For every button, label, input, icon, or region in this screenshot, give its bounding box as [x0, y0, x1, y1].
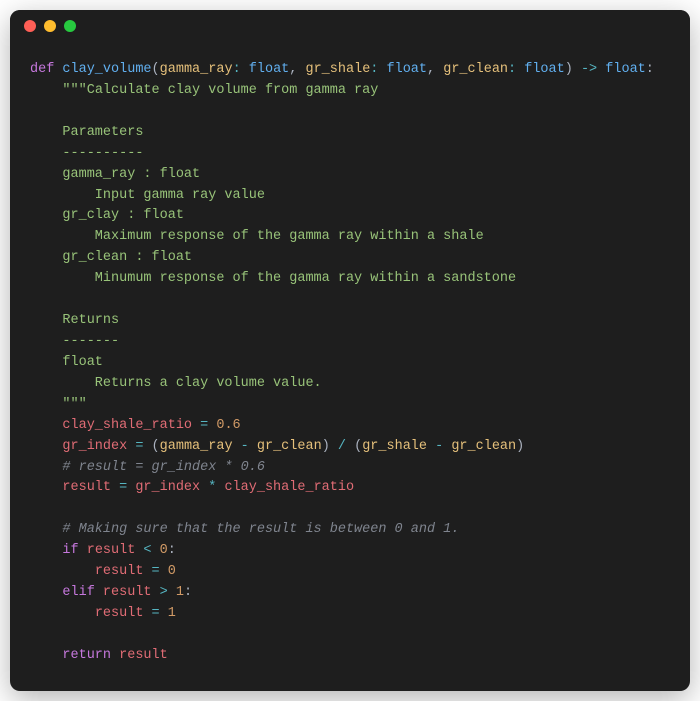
doc-p2: gr_clay : float: [30, 208, 184, 223]
doc-returns-ul: -------: [30, 334, 119, 349]
num-1: 1: [168, 606, 176, 621]
indent: [30, 648, 62, 663]
code-window: def clay_volume(gamma_ray: float, gr_sha…: [10, 10, 690, 691]
paren: ): [516, 439, 524, 454]
div: /: [338, 439, 354, 454]
param-gamma-ray: gamma_ray: [160, 62, 233, 77]
ref-result: result: [119, 648, 168, 663]
doc-params-head: Parameters: [30, 125, 143, 140]
doc-summary: Calculate clay volume from gamma ray: [87, 83, 379, 98]
gt: >: [152, 585, 176, 600]
ref-result: result: [103, 585, 152, 600]
docstring-close: """: [30, 397, 87, 412]
comment-2: # Making sure that the result is between…: [30, 522, 459, 537]
lt: <: [135, 543, 159, 558]
var-csr: clay_shale_ratio: [62, 418, 192, 433]
colon-end: :: [646, 62, 654, 77]
ref-csr: clay_shale_ratio: [224, 480, 354, 495]
doc-p1: gamma_ray : float: [30, 167, 200, 182]
param-gr-shale: gr_shale: [305, 62, 370, 77]
type-float: float: [249, 62, 290, 77]
minimize-icon[interactable]: [44, 20, 56, 32]
num-0: 0: [168, 564, 176, 579]
sep: ,: [289, 62, 305, 77]
eq: =: [192, 418, 216, 433]
doc-p2-desc: Maximum response of the gamma ray within…: [30, 229, 484, 244]
doc-returns-head: Returns: [30, 313, 119, 328]
kw-elif: elif: [62, 585, 103, 600]
docstring-open: """: [30, 83, 87, 98]
kw-if: if: [62, 543, 86, 558]
fn-name: clay_volume: [62, 62, 151, 77]
arrow: ->: [581, 62, 605, 77]
ref-gr-shale: gr_shale: [362, 439, 427, 454]
sep: ,: [427, 62, 443, 77]
colon: :: [370, 62, 386, 77]
doc-p3: gr_clean : float: [30, 250, 192, 265]
colon: :: [168, 543, 176, 558]
comment-1: # result = gr_index * 0.6: [30, 460, 265, 475]
indent: [30, 564, 95, 579]
paren: ): [322, 439, 338, 454]
colon: :: [233, 62, 249, 77]
doc-ret-desc: Returns a clay volume value.: [30, 376, 322, 391]
kw-def: def: [30, 62, 62, 77]
eq: =: [111, 480, 135, 495]
maximize-icon[interactable]: [64, 20, 76, 32]
paren-close: ): [565, 62, 581, 77]
paren-open: (: [152, 62, 160, 77]
type-float: float: [524, 62, 565, 77]
paren: (: [354, 439, 362, 454]
num-1: 1: [176, 585, 184, 600]
indent: [30, 418, 62, 433]
ref-gr-clean: gr_clean: [451, 439, 516, 454]
ref-gamma-ray: gamma_ray: [160, 439, 233, 454]
titlebar: [10, 10, 690, 42]
minus: -: [427, 439, 451, 454]
type-float-ret: float: [605, 62, 646, 77]
param-gr-clean: gr_clean: [443, 62, 508, 77]
ref-result: result: [87, 543, 136, 558]
doc-ret-type: float: [30, 355, 103, 370]
ref-result: result: [95, 606, 144, 621]
close-icon[interactable]: [24, 20, 36, 32]
type-float: float: [387, 62, 428, 77]
indent: [30, 543, 62, 558]
colon: :: [508, 62, 524, 77]
doc-params-ul: ----------: [30, 146, 143, 161]
eq: =: [143, 606, 167, 621]
kw-return: return: [62, 648, 119, 663]
indent: [30, 585, 62, 600]
colon: :: [184, 585, 192, 600]
ref-gr-clean: gr_clean: [257, 439, 322, 454]
ref-result: result: [95, 564, 144, 579]
doc-p3-desc: Minumum response of the gamma ray within…: [30, 271, 516, 286]
minus: -: [233, 439, 257, 454]
indent: [30, 606, 95, 621]
num: 0.6: [216, 418, 240, 433]
eq: =: [127, 439, 151, 454]
var-result: result: [62, 480, 111, 495]
indent: [30, 480, 62, 495]
mul: *: [200, 480, 224, 495]
ref-gr-index: gr_index: [135, 480, 200, 495]
indent: [30, 439, 62, 454]
num-0: 0: [160, 543, 168, 558]
paren: (: [152, 439, 160, 454]
eq: =: [143, 564, 167, 579]
code-block: def clay_volume(gamma_ray: float, gr_sha…: [10, 42, 690, 691]
var-gr-index: gr_index: [62, 439, 127, 454]
doc-p1-desc: Input gamma ray value: [30, 188, 265, 203]
